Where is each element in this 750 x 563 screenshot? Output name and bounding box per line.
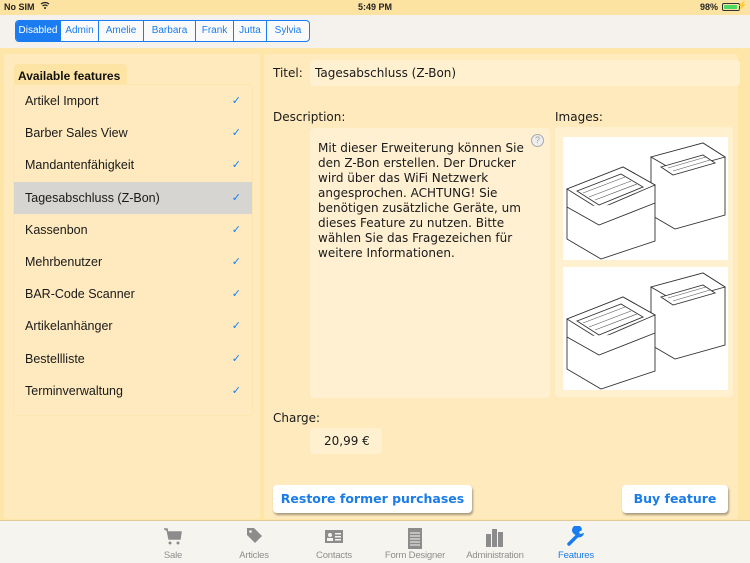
feature-label: BAR-Code Scanner	[25, 287, 135, 302]
notepad-icon	[374, 526, 456, 550]
tab-sale[interactable]: Sale	[132, 521, 214, 563]
checkmark-icon: ✓	[231, 384, 241, 397]
feature-item-artikel-import[interactable]: Artikel Import ✓	[14, 85, 252, 117]
feature-label: Terminverwaltung	[25, 383, 123, 398]
checkmark-icon: ✓	[231, 95, 241, 107]
tab-form-designer[interactable]: Form Designer	[374, 521, 456, 563]
segment-sylvia[interactable]: Sylvia	[266, 21, 309, 41]
feature-item-barber-sales-view[interactable]: Barber Sales View ✓	[14, 117, 252, 149]
feature-label: Tagesabschluss (Z-Bon)	[25, 190, 160, 205]
cart-icon	[132, 526, 214, 550]
wrench-icon	[535, 525, 617, 550]
tab-label: Sale	[163, 550, 183, 561]
help-icon[interactable]: ?	[531, 134, 544, 147]
tab-bar: Sale Articles Contacts Form Designer Adm…	[0, 520, 750, 563]
feature-item-mehrbenutzer[interactable]: Mehrbenutzer ✓	[14, 246, 252, 278]
description-text: Mit dieser Erweiterung können Sie den Z-…	[310, 128, 550, 398]
user-bar: Disabled Admin Amelie Barbara Frank Jutt…	[0, 15, 750, 48]
status-bar: No SIM 5:49 PM 98% ⚡	[0, 0, 750, 15]
buildings-icon	[454, 526, 536, 550]
feature-item-artikelanhaenger[interactable]: Artikelanhänger ✓	[14, 310, 252, 342]
feature-item-bestellliste[interactable]: Bestellliste ✓	[14, 343, 252, 375]
checkmark-icon: ✓	[231, 320, 241, 333]
images-label: Images:	[555, 110, 603, 124]
charge-value: 20,99 €	[310, 428, 382, 454]
tab-features[interactable]: Features	[535, 521, 617, 563]
tab-contacts[interactable]: Contacts	[293, 521, 375, 563]
feature-item-barcode-scanner[interactable]: BAR-Code Scanner ✓	[14, 278, 252, 310]
user-segmented-control: Disabled Admin Amelie Barbara Frank Jutt…	[15, 20, 310, 42]
segment-jutta[interactable]: Jutta	[233, 21, 266, 41]
title-field: Tagesabschluss (Z-Bon)	[310, 60, 740, 86]
feature-label: Mehrbenutzer	[25, 254, 103, 269]
tab-label: Administration	[466, 550, 524, 561]
checkmark-icon: ✓	[231, 223, 241, 236]
feature-item-mandantenfaehigkeit[interactable]: Mandantenfähigkeit ✓	[14, 149, 252, 181]
tab-label: Contacts	[316, 550, 352, 561]
checkmark-icon: ✓	[231, 127, 241, 140]
features-panel: Available features Artikel Import ✓ Barbe…	[4, 54, 260, 519]
segment-barbara[interactable]: Barbara	[143, 21, 195, 41]
checkmark-icon: ✓	[231, 255, 241, 268]
tab-administration[interactable]: Administration	[454, 521, 536, 563]
tab-label: Features	[558, 550, 594, 561]
tab-articles[interactable]: Articles	[213, 521, 295, 563]
tag-icon	[213, 526, 295, 550]
feature-label: Barber Sales View	[25, 126, 128, 141]
charging-icon: ⚡	[737, 1, 747, 10]
images-container	[555, 127, 733, 397]
checkmark-icon: ✓	[231, 352, 241, 365]
description-label: Description:	[273, 110, 346, 124]
feature-label: Artikelanhänger	[25, 319, 113, 334]
title-label: Titel:	[273, 66, 303, 80]
feature-detail-panel: Titel: Tagesabschluss (Z-Bon) Descriptio…	[264, 54, 740, 519]
checkmark-icon: ✓	[231, 159, 241, 172]
feature-item-kassenbon[interactable]: Kassenbon ✓	[14, 214, 252, 246]
feature-label: Bestellliste	[25, 351, 85, 366]
tab-label: Articles	[239, 550, 269, 561]
segment-frank[interactable]: Frank	[195, 21, 233, 41]
restore-purchases-button[interactable]: Restore former purchases	[273, 485, 472, 513]
segment-admin[interactable]: Admin	[60, 21, 98, 41]
contact-card-icon	[293, 526, 375, 550]
buy-feature-button[interactable]: Buy feature	[622, 485, 728, 513]
tab-label: Form Designer	[384, 550, 446, 561]
charge-label: Charge:	[273, 411, 321, 425]
printer-image[interactable]	[563, 137, 728, 260]
feature-label: Mandantenfähigkeit	[25, 158, 135, 173]
feature-list: Artikel Import ✓ Barber Sales View ✓ Manda…	[13, 84, 253, 416]
clock: 5:49 PM	[357, 2, 392, 12]
segment-disabled[interactable]: Disabled	[16, 21, 60, 41]
checkmark-icon: ✓	[231, 191, 241, 204]
feature-label: Kassenbon	[25, 222, 88, 237]
feature-item-tagesabschluss[interactable]: Tagesabschluss (Z-Bon) ✓	[14, 181, 252, 214]
checkmark-icon: ✓	[231, 288, 241, 301]
feature-label: Artikel Import	[25, 94, 99, 108]
feature-item-terminverwaltung[interactable]: Terminverwaltung ✓	[14, 375, 252, 407]
battery-percent: 98%	[699, 2, 718, 12]
segment-amelie[interactable]: Amelie	[98, 21, 143, 41]
printer-image[interactable]	[563, 267, 728, 390]
